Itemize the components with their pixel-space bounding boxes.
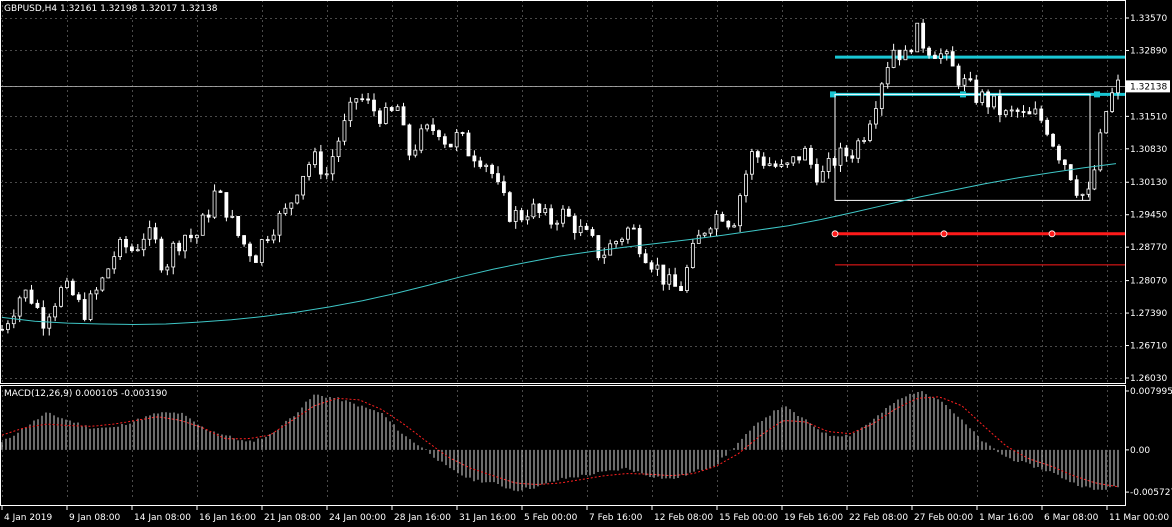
candle[interactable] (118, 236, 122, 260)
candle[interactable] (236, 215, 241, 238)
candle[interactable] (200, 212, 205, 236)
candle[interactable] (596, 235, 601, 261)
candle[interactable] (88, 290, 93, 322)
candle[interactable] (915, 22, 920, 53)
price-tick-label: 1.33570 (1130, 14, 1167, 24)
time-tick-label: 21 Jan 08:00 (264, 513, 321, 523)
price-tick-label: 1.29450 (1130, 211, 1167, 221)
candle[interactable] (637, 224, 642, 258)
chart-background (0, 0, 1172, 527)
candle[interactable] (100, 276, 105, 292)
candle[interactable] (1104, 110, 1109, 134)
time-tick-label: 31 Jan 16:00 (459, 513, 516, 523)
chart-header: GBPUSD,H4 1.32161 1.32198 1.32017 1.3213… (4, 4, 218, 14)
time-tick-label: 11 Mar 00:00 (1109, 513, 1169, 523)
candle[interactable] (254, 254, 258, 263)
macd-tick-label: 0.007995 (1130, 387, 1172, 397)
support-handle (1048, 230, 1056, 238)
price-tick-label: 1.28770 (1130, 243, 1167, 253)
time-tick-label: 1 Mar 16:00 (979, 513, 1034, 523)
time-tick-label: 27 Feb 00:00 (914, 513, 973, 523)
candle[interactable] (106, 268, 111, 279)
time-tick-label: 28 Jan 16:00 (394, 513, 451, 523)
time-tick-label: 15 Feb 00:00 (719, 513, 778, 523)
time-tick-label: 9 Jan 08:00 (69, 513, 121, 523)
candle[interactable] (159, 236, 164, 273)
time-tick-label: 24 Jan 00:00 (329, 513, 386, 523)
candle[interactable] (224, 192, 229, 222)
candle[interactable] (70, 278, 75, 296)
candle[interactable] (419, 124, 424, 154)
candle[interactable] (685, 264, 689, 293)
time-tick-label: 22 Feb 08:00 (849, 513, 908, 523)
price-tick-label: 1.31510 (1130, 112, 1167, 122)
price-tick-label: 1.30130 (1130, 178, 1167, 188)
support-handle (940, 230, 948, 238)
price-tick-label: 1.27390 (1130, 309, 1167, 319)
trading-chart[interactable]: 1.33570 1.32890 1.32138 1.31510 1.30830 1.301… (0, 0, 1172, 527)
candle[interactable] (295, 194, 300, 205)
candle[interactable] (690, 238, 695, 269)
price-tick-label: 1.32890 (1130, 46, 1167, 56)
candle[interactable] (1045, 117, 1050, 137)
candle[interactable] (507, 191, 512, 223)
candle[interactable] (466, 130, 471, 157)
price-tick-label: 1.26030 (1130, 374, 1167, 384)
resistance-handle (1094, 91, 1100, 98)
candle[interactable] (921, 18, 926, 53)
candle[interactable] (407, 123, 412, 161)
price-tick-label: 1.30830 (1130, 145, 1167, 155)
time-tick-label: 4 Jan 2019 (4, 513, 52, 523)
support-handle (831, 230, 839, 238)
candle[interactable] (59, 285, 63, 308)
time-tick-label: 14 Jan 08:00 (134, 513, 191, 523)
candle[interactable] (448, 143, 453, 148)
time-tick-label: 7 Feb 16:00 (589, 513, 643, 523)
candle[interactable] (956, 63, 961, 90)
time-tick-label: 5 Feb 00:00 (524, 513, 578, 523)
candle[interactable] (803, 145, 807, 161)
candle[interactable] (259, 238, 264, 266)
time-tick-label: 6 Mar 08:00 (1044, 513, 1099, 523)
time-tick-label: 16 Jan 16:00 (199, 513, 256, 523)
candle[interactable] (1068, 164, 1073, 181)
candle[interactable] (1051, 133, 1055, 148)
price-tick-label: 1.26710 (1130, 342, 1167, 352)
macd-tick-label: 0.00 (1130, 446, 1150, 456)
macd-tick-label: -0.005727 (1130, 488, 1172, 498)
current-price-label: 1.32138 (1130, 82, 1167, 92)
price-tick-label: 1.28070 (1130, 277, 1167, 287)
macd-label: MACD(12,26,9) 0.000105 -0.003190 (4, 389, 167, 399)
time-tick-label: 19 Feb 16:00 (784, 513, 843, 523)
time-tick-label: 12 Feb 08:00 (654, 513, 713, 523)
